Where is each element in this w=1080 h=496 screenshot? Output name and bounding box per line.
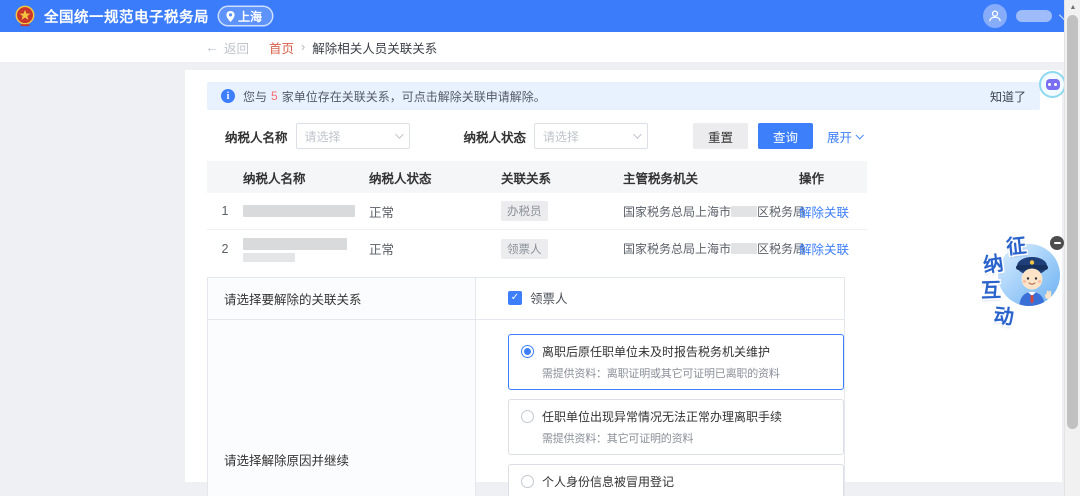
radio-icon <box>521 475 534 488</box>
tax-bureau-emblem <box>14 5 36 27</box>
banner-text-suffix: 家单位存在关联关系，可点击解除关联申请解除。 <box>282 88 546 105</box>
unbind-link[interactable]: 解除关联 <box>799 206 849 220</box>
location-pin-icon <box>226 11 235 22</box>
tax-authority: 国家税务总局上海市区税务局 <box>623 203 799 220</box>
breadcrumb-home[interactable]: 首页 <box>269 38 294 57</box>
district-redacted <box>731 206 757 217</box>
ai-assistant-button[interactable] <box>1039 71 1066 98</box>
breadcrumb-separator-icon <box>301 40 305 54</box>
user-avatar[interactable] <box>983 4 1007 28</box>
taxpayer-status: 正常 <box>369 202 501 221</box>
taxpayer-name-select[interactable]: 请选择 <box>296 123 410 149</box>
scrollbar-thumb[interactable] <box>1067 15 1078 429</box>
tax-interaction-widget[interactable]: 征 纳 互 动 <box>980 232 1066 336</box>
taxpayer-status-select[interactable]: 请选择 <box>534 123 648 149</box>
chevron-down-icon <box>855 131 863 139</box>
taxpayer-name-redacted <box>243 238 347 250</box>
relation-select-row: 请选择要解除的关联关系 领票人 <box>208 278 844 319</box>
reason-title: 离职后原任职单位未及时报告税务机关维护 <box>542 343 780 360</box>
relation-select-label: 请选择要解除的关联关系 <box>208 278 476 319</box>
taxpayer-name-redacted <box>243 205 355 217</box>
tax-authority: 国家税务总局上海市区税务局 <box>623 240 799 257</box>
cartoon-tax-officer-icon <box>1007 252 1057 306</box>
banner-dismiss-button[interactable]: 知道了 <box>990 88 1026 105</box>
reason-select-label: 请选择解除原因并继续 <box>208 320 476 496</box>
location-selector[interactable]: 上海 <box>219 7 272 25</box>
taxpayer-name-placeholder: 请选择 <box>305 128 341 145</box>
chevron-down-icon <box>395 130 403 138</box>
table-row: 1 正常 办税员 国家税务总局上海市区税务局 解除关联 <box>207 193 867 230</box>
row-index: 1 <box>207 204 243 218</box>
main-content-card: 您与 5 家单位存在关联关系，可点击解除关联申请解除。 知道了 纳税人名称 请选… <box>185 70 1062 482</box>
radio-selected-icon <box>521 345 534 358</box>
back-button[interactable]: 返回 <box>205 38 249 57</box>
filter-buttons: 重置 查询 展开 <box>693 123 862 149</box>
top-bar: 全国统一规范电子税务局 上海 <box>0 0 1080 32</box>
location-label: 上海 <box>238 8 262 25</box>
reason-option-resigned[interactable]: 离职后原任职单位未及时报告税务机关维护 需提供资料：离职证明或其它可证明已离职的… <box>508 334 844 390</box>
reason-title: 个人身份信息被冒用登记 <box>542 473 834 490</box>
reason-desc: 需提供资料：其它可证明的资料 <box>542 430 782 446</box>
relation-checkbox-label: 领票人 <box>530 288 568 307</box>
page-title: 解除相关人员关联关系 <box>312 38 437 57</box>
taxpayer-status-placeholder: 请选择 <box>543 128 579 145</box>
reason-desc: 需提供资料：离职证明或其它可证明已离职的资料 <box>542 365 780 381</box>
unbind-detail-panel: 请选择要解除的关联关系 领票人 请选择解除原因并继续 离职后原任职单位未及时报告… <box>207 277 845 496</box>
info-icon <box>221 89 235 103</box>
widget-char: 动 <box>992 299 1015 330</box>
relation-checkbox-checked[interactable] <box>508 291 522 305</box>
reason-select-row: 请选择解除原因并继续 离职后原任职单位未及时报告税务机关维护 需提供资料：离职证… <box>208 319 844 496</box>
back-label: 返回 <box>224 38 249 57</box>
unbind-link[interactable]: 解除关联 <box>799 243 849 257</box>
row-index: 2 <box>207 242 243 256</box>
reason-title: 任职单位出现异常情况无法正常办理离职手续 <box>542 408 782 425</box>
col-relation: 关联关系 <box>501 168 623 187</box>
reset-button[interactable]: 重置 <box>693 123 748 149</box>
relation-count: 5 <box>271 89 278 103</box>
taxpayer-status: 正常 <box>369 239 501 258</box>
col-action: 操作 <box>799 168 867 187</box>
taxpayer-name-label: 纳税人名称 <box>225 127 288 146</box>
breadcrumb: 返回 首页 解除相关人员关联关系 <box>0 32 1080 62</box>
district-redacted <box>731 243 757 254</box>
banner-text-prefix: 您与 <box>243 88 267 105</box>
app-title: 全国统一规范电子税务局 <box>44 6 209 27</box>
robot-face-icon <box>1046 79 1060 90</box>
taxpayer-name-redacted <box>243 253 295 262</box>
col-authority: 主管税务机关 <box>623 168 799 187</box>
relation-badge: 领票人 <box>501 239 548 259</box>
relation-info-banner: 您与 5 家单位存在关联关系，可点击解除关联申请解除。 知道了 <box>207 82 1040 110</box>
table-header: 纳税人名称 纳税人状态 关联关系 主管税务机关 操作 <box>207 161 867 193</box>
username-redacted[interactable] <box>1016 10 1052 22</box>
back-arrow-icon <box>205 39 219 55</box>
person-icon <box>988 9 1002 23</box>
reason-option-abnormal-employer[interactable]: 任职单位出现异常情况无法正常办理离职手续 需提供资料：其它可证明的资料 <box>508 399 844 455</box>
filter-row: 纳税人名称 请选择 纳税人状态 请选择 重置 查询 展开 <box>225 123 862 149</box>
widget-char: 征 <box>1005 229 1028 260</box>
scrollbar-up-arrow-icon[interactable] <box>1065 2 1080 14</box>
reason-options: 离职后原任职单位未及时报告税务机关维护 需提供资料：离职证明或其它可证明已离职的… <box>508 330 844 496</box>
table-row: 2 正常 领票人 国家税务总局上海市区税务局 解除关联 <box>207 230 867 267</box>
chevron-down-icon <box>633 130 641 138</box>
search-button[interactable]: 查询 <box>758 123 813 149</box>
widget-minimize-button[interactable] <box>1050 236 1064 250</box>
page-scrollbar[interactable] <box>1064 0 1080 496</box>
expand-toggle[interactable]: 展开 <box>827 127 862 146</box>
expand-label: 展开 <box>827 127 852 146</box>
reason-option-identity-misuse[interactable]: 个人身份信息被冒用登记 需提供资料：公安机关接报案回执或其它可证明被冒用的资料 <box>508 464 844 496</box>
relations-table: 纳税人名称 纳税人状态 关联关系 主管税务机关 操作 1 正常 办税员 国家税务… <box>207 161 867 267</box>
radio-icon <box>521 410 534 423</box>
col-taxpayer-name: 纳税人名称 <box>243 168 369 187</box>
relation-badge: 办税员 <box>501 201 548 221</box>
col-taxpayer-status: 纳税人状态 <box>369 168 501 187</box>
taxpayer-status-label: 纳税人状态 <box>464 127 527 146</box>
